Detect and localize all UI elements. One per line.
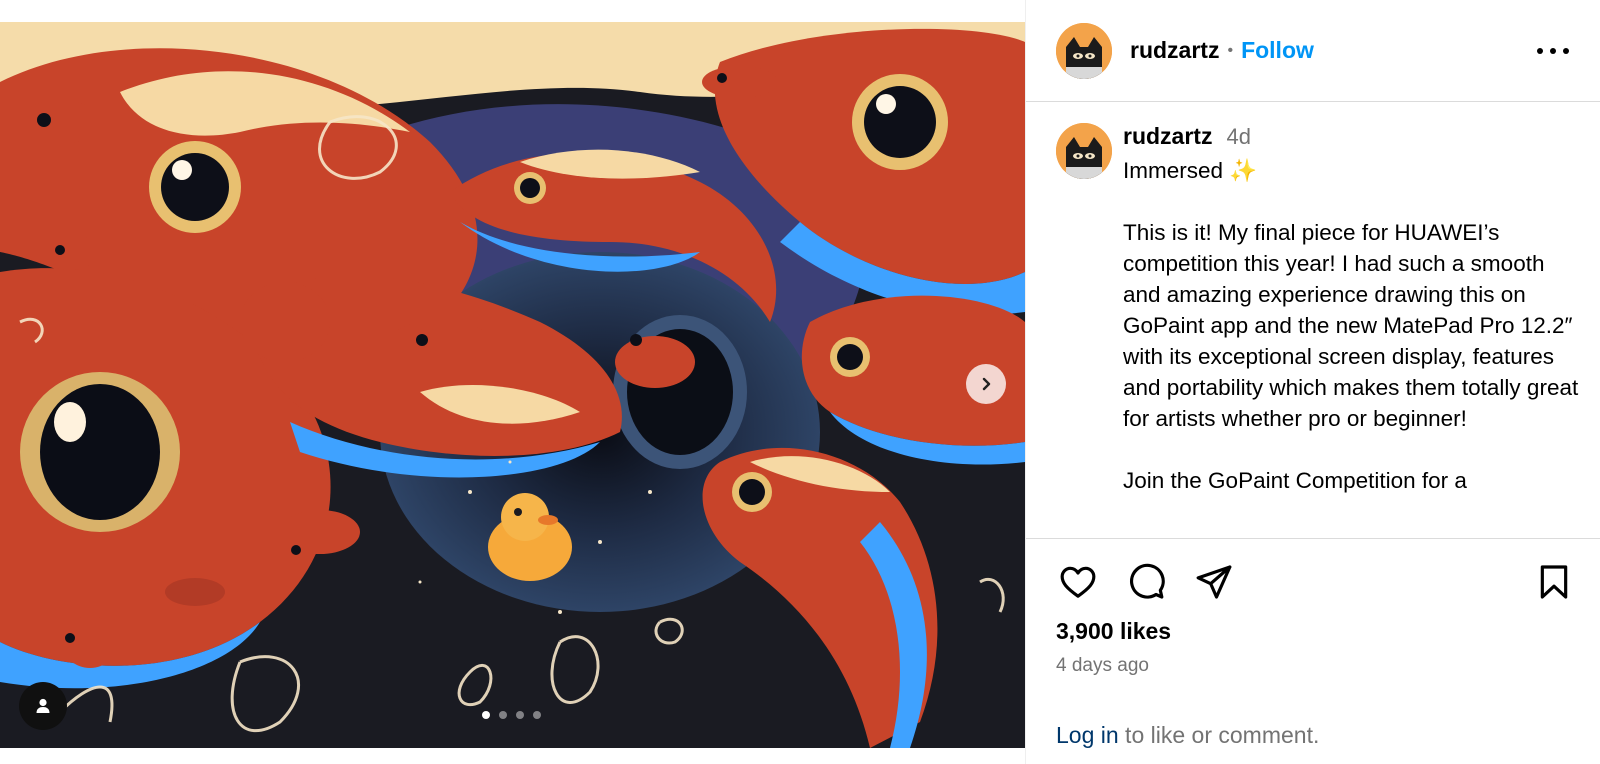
login-prompt: Log in to like or comment. xyxy=(1056,722,1319,749)
login-prompt-text: to like or comment. xyxy=(1118,722,1320,748)
login-link[interactable]: Log in xyxy=(1056,722,1119,748)
action-bar xyxy=(1056,560,1576,604)
fish-illustration xyxy=(0,22,1025,748)
cat-avatar-icon xyxy=(1056,22,1112,79)
caption-username[interactable]: rudzartz xyxy=(1123,123,1212,150)
carousel-dot xyxy=(516,711,524,719)
caption-header: rudzartz 4d xyxy=(1123,123,1251,150)
follow-button[interactable]: Follow xyxy=(1241,37,1314,64)
more-options-icon[interactable] xyxy=(1537,40,1569,62)
post-date[interactable]: 4 days ago xyxy=(1056,655,1149,677)
caption-avatar[interactable] xyxy=(1056,123,1112,179)
carousel-dot xyxy=(482,711,490,719)
user-icon xyxy=(36,698,50,713)
carousel-next-button[interactable] xyxy=(966,364,1006,404)
post-details-panel: rudzartz • Follow rudzartz 4d Immersed ✨… xyxy=(1025,0,1600,764)
post-header: rudzartz • Follow xyxy=(1026,0,1600,102)
comment-icon xyxy=(1130,563,1165,599)
heart-icon xyxy=(1060,566,1096,598)
avatar[interactable] xyxy=(1056,22,1112,79)
instagram-post-page: rudzartz • Follow rudzartz 4d Immersed ✨… xyxy=(0,0,1600,764)
carousel-dot xyxy=(499,711,507,719)
chevron-right-icon xyxy=(982,377,991,391)
comment-button[interactable] xyxy=(1124,560,1168,604)
comments-section[interactable]: rudzartz 4d Immersed ✨ This is it! My fi… xyxy=(1026,103,1600,539)
tagged-users-button[interactable] xyxy=(19,682,67,730)
separator-dot: • xyxy=(1227,41,1234,59)
post-image[interactable] xyxy=(0,22,1025,748)
cat-avatar-icon xyxy=(1056,123,1112,179)
username[interactable]: rudzartz xyxy=(1130,37,1219,64)
send-icon xyxy=(1196,565,1232,599)
share-button[interactable] xyxy=(1192,560,1236,604)
bookmark-icon xyxy=(1540,565,1568,599)
carousel-dot xyxy=(533,711,541,719)
like-button[interactable] xyxy=(1056,560,1100,604)
caption-text: Immersed ✨ This is it! My final piece fo… xyxy=(1123,158,1579,493)
save-button[interactable] xyxy=(1532,560,1576,604)
likes-count[interactable]: 3,900 likes xyxy=(1056,618,1171,645)
caption-timestamp[interactable]: 4d xyxy=(1226,124,1250,150)
post-media xyxy=(0,0,1025,764)
carousel-indicator xyxy=(482,711,541,719)
